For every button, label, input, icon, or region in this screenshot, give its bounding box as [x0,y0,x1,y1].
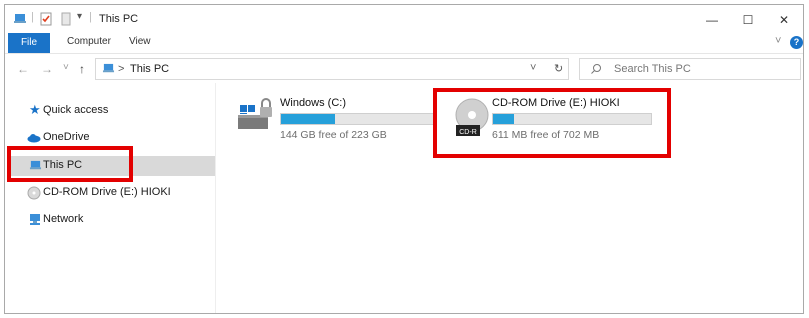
new-folder-icon[interactable] [59,12,73,26]
computer-icon [14,14,26,23]
separator: | [89,11,92,23]
network-icon [30,214,40,225]
path-separator: > [118,63,125,75]
search-icon [591,64,601,74]
minimize-button[interactable]: — [697,9,727,31]
navigation-pane: ★ Quick access OneDrive This PC CD-ROM D… [5,83,216,313]
tab-computer[interactable]: Computer [67,36,111,47]
up-icon[interactable]: ↑ [79,62,85,76]
address-location[interactable]: This PC [130,63,169,75]
search-input[interactable]: Search This PC [579,58,801,80]
nav-item-onedrive[interactable]: OneDrive [9,128,215,148]
file-explorer-window: | ▾ | This PC — ☐ ✕ File Computer View ˅… [4,4,804,314]
ribbon-tabs: File Computer View ˅ ? [5,33,803,54]
nav-item-network[interactable]: Network [9,210,215,230]
expand-ribbon-icon[interactable]: ˅ [775,35,781,47]
tab-file[interactable]: File [8,33,50,53]
title-bar: | ▾ | This PC — ☐ ✕ [5,5,803,33]
drive-usage-fill [281,114,336,124]
cloud-icon [27,134,41,143]
drive-name: Windows (C:) [280,97,347,109]
nav-item-label: Network [43,213,84,225]
nav-item-label: CD-ROM Drive (E:) HIOKI [43,186,171,198]
nav-item-label: Quick access [43,104,109,116]
cd-icon [27,186,41,200]
windows-drive-icon [238,98,272,129]
maximize-button[interactable]: ☐ [733,9,763,31]
drive-tile-windows[interactable]: Windows (C:) 144 GB free of 223 GB [232,93,435,143]
properties-icon[interactable] [39,12,53,26]
highlight-box-this-pc [7,146,133,182]
address-box[interactable]: > This PC ˅ ↻ [95,58,569,80]
highlight-box-cd-rom [433,88,671,158]
content-pane: Windows (C:) 144 GB free of 223 GB CD-R … [216,83,803,313]
nav-item-label: OneDrive [43,131,90,143]
nav-item-cd-rom-drive[interactable]: CD-ROM Drive (E:) HIOKI [9,183,215,203]
recent-locations-icon[interactable]: ˅ [63,62,69,73]
drive-free-space: 144 GB free of 223 GB [280,129,387,141]
drive-usage-bar [280,113,435,125]
help-icon[interactable]: ? [790,36,803,49]
refresh-icon[interactable]: ↻ [554,62,563,75]
star-icon: ★ [29,102,41,117]
address-bar-row: ← → ˅ ↑ > This PC ˅ ↻ Search This PC [5,55,803,83]
close-button[interactable]: ✕ [769,9,799,31]
search-placeholder: Search This PC [614,63,691,75]
nav-item-quick-access[interactable]: ★ Quick access [9,101,215,121]
separator: | [31,11,34,23]
computer-icon [102,63,115,73]
qat-dropdown-icon[interactable]: ▾ [77,11,82,22]
tab-view[interactable]: View [129,36,151,47]
address-dropdown-icon[interactable]: ˅ [530,62,536,74]
window-title: This PC [99,13,139,25]
back-icon[interactable]: ← [17,62,29,76]
forward-icon[interactable]: → [41,62,53,76]
